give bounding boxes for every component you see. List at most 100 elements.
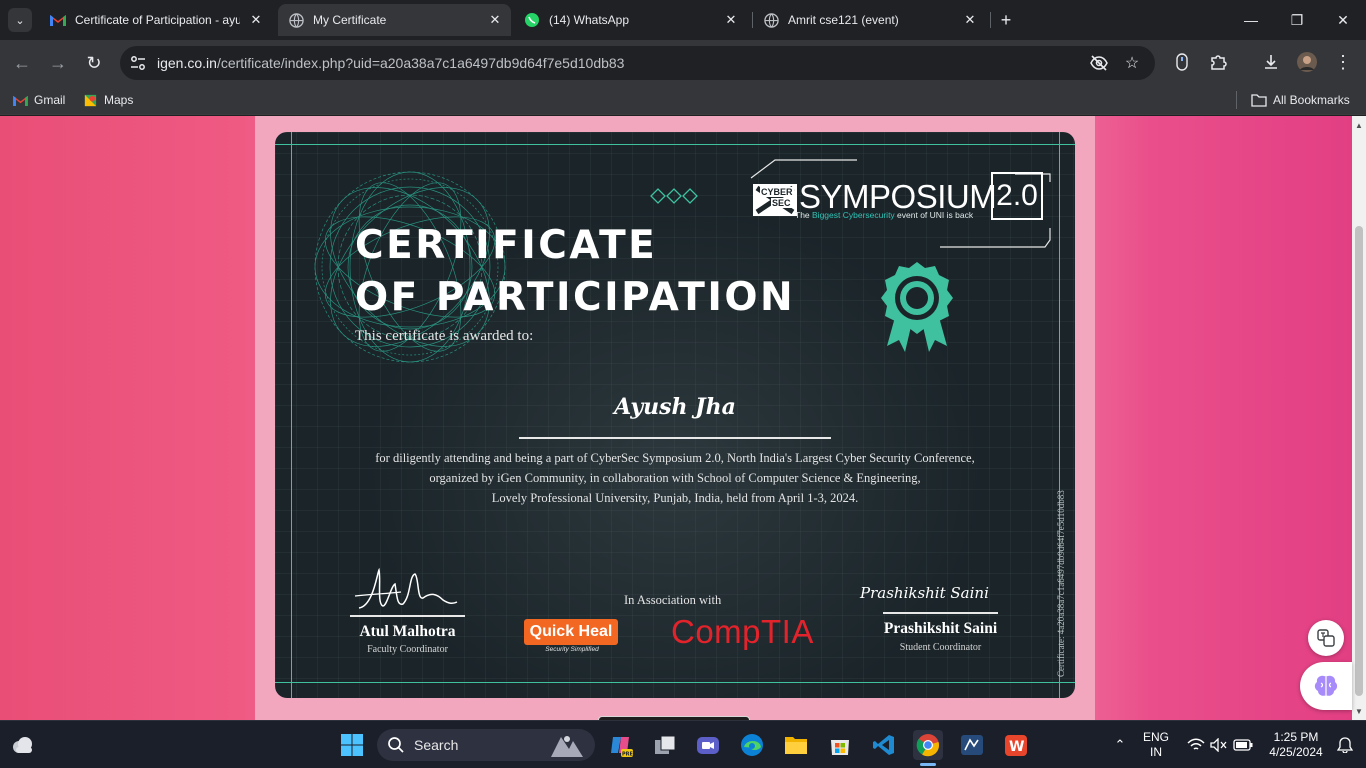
gmail-icon <box>12 92 28 108</box>
tab-search-button[interactable]: ⌄ <box>8 8 32 32</box>
battery-icon[interactable] <box>1228 730 1258 760</box>
svg-text:W: W <box>1009 739 1024 755</box>
tab-amrit-event[interactable]: Amrit cse121 (event) ✕ <box>753 4 986 36</box>
ai-assistant-button[interactable] <box>1300 662 1352 710</box>
clock[interactable]: 1:25 PM 4/25/2024 <box>1262 730 1330 760</box>
show-hidden-icons-chevron-icon[interactable]: ⌃ <box>1105 730 1135 760</box>
menu-kebab-icon[interactable]: ⋮ <box>1332 51 1354 73</box>
bookmark-maps[interactable]: Maps <box>82 91 133 109</box>
language-code: ENG <box>1142 730 1169 744</box>
tab-separator <box>990 12 991 28</box>
microsoft-store-icon[interactable] <box>825 730 855 760</box>
svg-text:PRE: PRE <box>622 752 633 758</box>
close-icon[interactable]: ✕ <box>248 12 264 28</box>
new-tab-button[interactable]: + <box>995 9 1017 31</box>
bookmark-label: Gmail <box>34 93 66 107</box>
file-explorer-icon[interactable] <box>781 730 811 760</box>
signature-prashikshit: Prashikshit Saini <box>860 584 989 602</box>
certificate-body: for diligently attending and being a par… <box>315 448 1035 508</box>
bookmarks-separator <box>1236 91 1237 109</box>
signature-line-right <box>883 612 998 614</box>
scroll-down-arrow-icon[interactable]: ▼ <box>1352 704 1366 718</box>
star-icon[interactable]: ☆ <box>1122 53 1142 73</box>
signer-left-name: Atul Malhotra <box>359 623 456 640</box>
comptia-logo: CompTIA <box>671 613 814 650</box>
body-line-1: for diligently attending and being a par… <box>375 451 975 465</box>
association-label: In Association with <box>624 593 722 607</box>
terminal-app-icon[interactable] <box>957 730 987 760</box>
globe-icon <box>288 12 304 28</box>
search-highlight-image-icon <box>551 736 583 757</box>
cyber-label: CYBER <box>760 187 794 197</box>
clock-time: 1:25 PM <box>1273 730 1319 744</box>
taskbar-search[interactable]: Search <box>377 729 595 761</box>
bookmark-label: Maps <box>104 93 134 107</box>
symposium-tagline: The Biggest Cybersecurity event of UNI i… <box>795 210 973 220</box>
extension-mouse-icon[interactable] <box>1171 51 1193 73</box>
certificate-id: Certificate: 4a20a38a7c1a6497db9d64f7e5d… <box>1056 490 1066 677</box>
edge-browser-icon[interactable] <box>737 730 767 760</box>
all-bookmarks-button[interactable]: All Bookmarks <box>1251 91 1350 109</box>
close-icon[interactable]: ✕ <box>487 12 503 28</box>
globe-icon <box>763 12 779 28</box>
close-icon[interactable]: ✕ <box>723 12 739 28</box>
windows-start-icon[interactable] <box>337 730 367 760</box>
extensions-puzzle-icon[interactable] <box>1207 51 1229 73</box>
maps-icon <box>82 92 98 108</box>
task-view-icon[interactable] <box>650 730 680 760</box>
sec-label: SEC <box>771 198 792 208</box>
minimize-button[interactable]: — <box>1228 0 1274 40</box>
eye-slash-icon[interactable] <box>1089 53 1109 73</box>
bookmark-gmail[interactable]: Gmail <box>12 91 65 109</box>
brain-icon <box>1314 675 1338 696</box>
awarded-to-label: This certificate is awarded to: <box>355 328 534 344</box>
wps-office-icon[interactable]: W <box>1001 730 1031 760</box>
translate-icon <box>1317 629 1335 647</box>
search-label: Search <box>414 737 459 753</box>
tab-my-certificate[interactable]: My Certificate ✕ <box>278 4 511 36</box>
notification-bell-icon[interactable] <box>1330 730 1360 760</box>
chrome-icon[interactable] <box>913 730 943 760</box>
copilot-icon[interactable]: PRE <box>606 730 636 760</box>
reload-button[interactable]: ↻ <box>81 50 107 76</box>
tagline-post: event of UNI is back <box>894 210 974 220</box>
tab-whatsapp[interactable]: (14) WhatsApp ✕ <box>514 4 747 36</box>
diamonds-ornament-icon <box>650 188 698 204</box>
active-app-indicator <box>920 763 936 766</box>
translate-button[interactable] <box>1308 620 1344 656</box>
signer-right-role: Student Coordinator <box>899 642 982 653</box>
weather-widget-icon[interactable] <box>8 730 38 760</box>
url-host: igen.co.in <box>157 55 217 71</box>
profile-avatar[interactable] <box>1296 51 1318 73</box>
tab-title: Amrit cse121 (event) <box>788 13 899 27</box>
quickheal-logo: Quick Heal <box>524 619 618 645</box>
address-bar[interactable]: igen.co.in/certificate/index.php?uid=a20… <box>120 46 1155 80</box>
tab-title: (14) WhatsApp <box>549 13 630 27</box>
signature-atul-icon <box>354 567 458 609</box>
all-bookmarks-label: All Bookmarks <box>1273 93 1350 107</box>
recipient-name: Ayush Jha <box>614 394 736 420</box>
folder-icon <box>1251 92 1267 108</box>
tab-certificate-gmail[interactable]: Certificate of Participation - ayu ✕ <box>40 4 272 36</box>
page-scrollbar[interactable]: ▲ ▼ <box>1352 116 1366 720</box>
meet-icon[interactable] <box>693 730 723 760</box>
scroll-up-arrow-icon[interactable]: ▲ <box>1352 118 1366 132</box>
frame-line <box>275 144 1075 145</box>
close-window-button[interactable]: ✕ <box>1320 0 1366 40</box>
site-settings-icon[interactable] <box>129 54 147 72</box>
url-text[interactable]: igen.co.in/certificate/index.php?uid=a20… <box>157 55 624 71</box>
back-button[interactable]: ← <box>9 50 35 76</box>
body-line-3: Lovely Professional University, Punjab, … <box>491 491 859 505</box>
input-language[interactable]: ENG IN <box>1138 730 1174 760</box>
browser-toolbar: ← → ↻ igen.co.in/certificate/index.php?u… <box>0 40 1366 85</box>
vscode-icon[interactable] <box>869 730 899 760</box>
close-icon[interactable]: ✕ <box>962 12 978 28</box>
frame-line <box>275 682 1075 683</box>
tagline-highlight: Biggest Cybersecurity <box>812 210 895 220</box>
restore-button[interactable]: ❐ <box>1274 0 1320 40</box>
gmail-icon <box>50 12 66 28</box>
download-icon[interactable] <box>1260 51 1282 73</box>
scroll-thumb[interactable] <box>1355 226 1363 696</box>
title-line-2: OF PARTICIPATION <box>355 275 796 320</box>
forward-button[interactable]: → <box>45 50 71 76</box>
